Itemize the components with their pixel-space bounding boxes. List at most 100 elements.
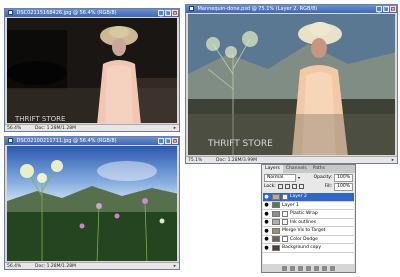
layer-mask-thumbnail: [282, 236, 288, 243]
layers-footer: [262, 264, 355, 272]
chevron-down-icon[interactable]: ▾: [298, 175, 300, 180]
blend-row: Normal ▾ Opacity: 100%: [262, 173, 355, 182]
new-layer-icon[interactable]: [322, 265, 327, 271]
tab-paths[interactable]: Paths: [310, 165, 328, 173]
layer-name: Merge Vis to Target: [282, 228, 326, 234]
status-menu-arrow-icon[interactable]: ▸: [392, 157, 394, 163]
image-canvas[interactable]: [7, 146, 177, 261]
layer-row[interactable]: ● Merge Vis to Target: [263, 227, 354, 236]
status-menu-arrow-icon[interactable]: ▸: [174, 263, 176, 269]
layers-panel: Layers Channels Paths Normal ▾ Opacity: …: [261, 164, 356, 273]
photoshop-doc-icon: [8, 10, 13, 15]
doc-size: Doc: 1.28M/3.99M: [216, 158, 257, 163]
tab-channels[interactable]: Channels: [283, 165, 310, 173]
doc-size: Doc: 1.28M/1.28M: [35, 126, 76, 131]
layer-row[interactable]: ● Ink outlines: [263, 219, 354, 227]
layer-thumbnail: [272, 244, 280, 251]
layer-style-icon[interactable]: [290, 265, 295, 271]
layer-thumbnail: [272, 193, 280, 200]
zoom-level[interactable]: 56.4%: [7, 263, 21, 269]
eye-icon[interactable]: ●: [263, 219, 270, 225]
layer-thumbnail: [272, 236, 280, 243]
fill-field[interactable]: 100%: [334, 182, 353, 191]
new-group-icon[interactable]: [314, 265, 319, 271]
document-window-flowers[interactable]: DSC02100211711.jpg @ 56.4% (RGB/8) _ □ ×: [4, 136, 180, 270]
layer-name: Ink outlines: [290, 219, 317, 225]
lock-pixels-icon[interactable]: [284, 184, 290, 189]
tab-layers[interactable]: Layers: [262, 165, 283, 173]
eye-icon[interactable]: ●: [263, 202, 270, 208]
maximize-button[interactable]: □: [165, 138, 171, 145]
status-bar: 75.1% Doc: 1.28M/3.99M ▸: [186, 156, 397, 163]
layer-mask-thumbnail: [282, 210, 288, 217]
blend-mode-select[interactable]: Normal: [264, 173, 296, 182]
document-window-merged[interactable]: Mannequin-done.psd @ 75.1% (Layer 2, RGB…: [185, 4, 398, 164]
layer-row[interactable]: ● Plastic Wrap: [263, 210, 354, 219]
panel-tabs: Layers Channels Paths: [262, 165, 355, 173]
layer-thumbnail: [272, 219, 280, 226]
close-button[interactable]: ×: [172, 138, 178, 145]
minimize-button[interactable]: _: [376, 6, 382, 13]
layer-thumbnail: [272, 202, 280, 209]
opacity-label: Opacity:: [313, 175, 333, 180]
window-title: DSC02115168426.jpg @ 56.4% (RGB/8): [16, 10, 117, 16]
image-canvas[interactable]: THRIFT STORE: [7, 18, 177, 123]
zoom-level[interactable]: 75.1%: [188, 157, 202, 163]
eye-icon[interactable]: ●: [263, 211, 270, 217]
window-title: DSC02100211711.jpg @ 56.4% (RGB/8): [16, 138, 117, 144]
eye-icon[interactable]: ●: [263, 194, 270, 200]
close-button[interactable]: ×: [390, 6, 396, 13]
window-titlebar[interactable]: DSC02115168426.jpg @ 56.4% (RGB/8) _ □ ×: [5, 9, 179, 17]
layer-mask-thumbnail: [282, 219, 288, 226]
layer-row[interactable]: ● Color Dodge: [263, 236, 354, 244]
lock-transparency-icon[interactable]: [277, 184, 283, 189]
layer-name: Background copy: [282, 245, 322, 251]
minimize-button[interactable]: _: [158, 138, 164, 145]
opacity-field[interactable]: 100%: [334, 173, 353, 182]
layer-thumbnail: [272, 210, 280, 217]
eye-icon[interactable]: ●: [263, 245, 270, 251]
window-titlebar[interactable]: Mannequin-done.psd @ 75.1% (Layer 2, RGB…: [186, 5, 397, 13]
window-title: Mannequin-done.psd @ 75.1% (Layer 2, RGB…: [197, 6, 318, 12]
layer-name: Layer 2: [290, 194, 307, 200]
layer-row[interactable]: ● Layer 2: [263, 193, 354, 202]
layer-thumbnail: [272, 227, 280, 234]
maximize-button[interactable]: □: [383, 6, 389, 13]
eye-icon[interactable]: ●: [263, 236, 270, 242]
document-window-store[interactable]: DSC02115168426.jpg @ 56.4% (RGB/8) _ □ ×…: [4, 8, 180, 132]
status-menu-arrow-icon[interactable]: ▸: [174, 125, 176, 131]
layer-row[interactable]: ● Background copy: [263, 244, 354, 253]
add-mask-icon[interactable]: [298, 265, 303, 271]
close-button[interactable]: ×: [172, 10, 178, 17]
store-sign-text: THRIFT STORE: [207, 139, 273, 149]
status-bar: 56.4% Doc: 1.28M/1.28M ▸: [5, 124, 179, 131]
photoshop-doc-icon: [189, 6, 194, 11]
adjustment-layer-icon[interactable]: [306, 265, 311, 271]
mannequin: [97, 26, 141, 123]
link-layers-icon[interactable]: [282, 265, 287, 271]
layer-name: Layer 1: [282, 202, 299, 208]
layer-name: Color Dodge: [290, 236, 318, 242]
eye-icon[interactable]: ●: [263, 228, 270, 234]
minimize-button[interactable]: _: [158, 10, 164, 17]
store-sign-text: THRIFT STORE: [14, 115, 65, 123]
layer-row[interactable]: ● Layer 1: [263, 202, 354, 210]
layer-name: Plastic Wrap: [290, 211, 318, 217]
fill-label: Fill:: [324, 184, 333, 189]
layer-mask-thumbnail: [282, 193, 288, 200]
lock-all-icon[interactable]: [298, 184, 304, 189]
lock-row: Lock: Fill: 100%: [262, 182, 355, 191]
window-titlebar[interactable]: DSC02100211711.jpg @ 56.4% (RGB/8) _ □ ×: [5, 137, 179, 145]
status-bar: 56.4% Doc: 1.28M/1.28M ▸: [5, 262, 179, 269]
maximize-button[interactable]: □: [165, 10, 171, 17]
doc-size: Doc: 1.28M/1.28M: [35, 264, 76, 269]
trash-icon[interactable]: [330, 265, 335, 271]
layers-list: ● Layer 2 ● Layer 1 ● Plastic Wrap ● Ink…: [263, 193, 354, 264]
image-canvas[interactable]: THRIFT STORE: [188, 14, 395, 155]
lock-position-icon[interactable]: [291, 184, 297, 189]
photoshop-doc-icon: [8, 138, 13, 143]
store-window-photo: THRIFT STORE: [7, 18, 177, 123]
flowers-photo: [7, 146, 177, 261]
lock-label: Lock:: [264, 184, 276, 189]
zoom-level[interactable]: 56.4%: [7, 125, 21, 131]
